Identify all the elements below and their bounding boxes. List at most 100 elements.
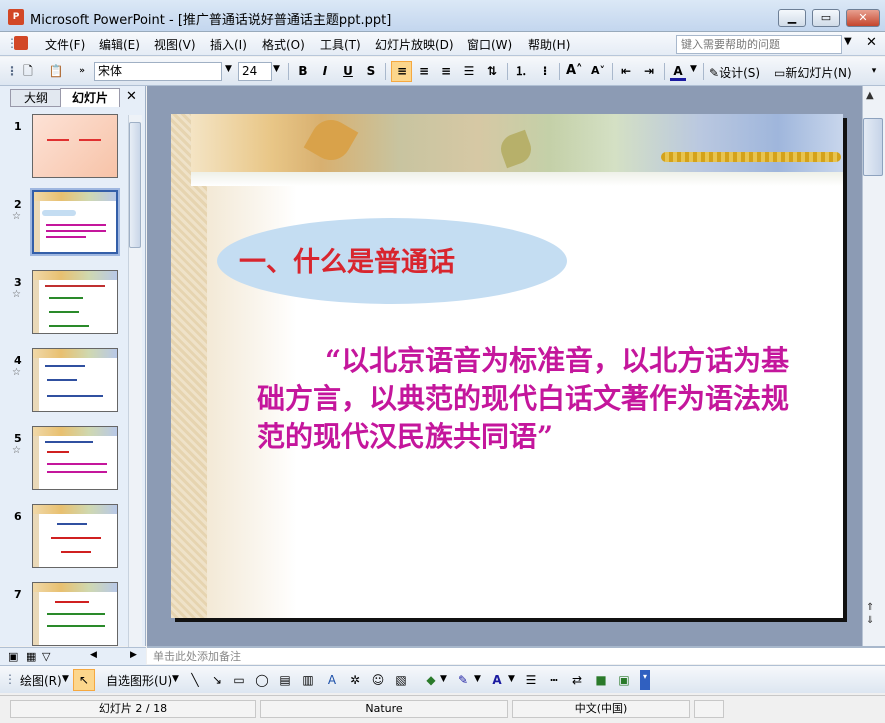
increase-font-icon[interactable]: A˄ [566,63,583,79]
menu-insert[interactable]: 插入(I) [210,36,247,53]
slide-thumbnail-2[interactable] [30,188,120,256]
thumbnail-scroll-thumb[interactable] [129,122,141,248]
menu-edit[interactable]: 编辑(E) [99,36,140,53]
font-color-icon[interactable]: A [670,63,686,81]
thumb-body-line [46,236,86,238]
fill-color-icon[interactable]: ◆ [424,673,438,687]
minimize-button[interactable]: ▁ [778,9,806,27]
align-center-icon[interactable]: ≡ [416,63,432,79]
shadow-style-icon[interactable]: ■ [594,673,608,687]
toolbar-overflow-icon[interactable]: » [74,63,90,79]
font-color-dropdown-icon[interactable]: ▼ [690,64,697,74]
font-size-dropdown-icon[interactable]: ▼ [273,64,280,74]
decrease-font-icon[interactable]: A˅ [590,63,606,79]
pane-close-icon[interactable]: ✕ [126,89,137,104]
font-color-draw-dropdown-icon[interactable]: ▼ [508,674,515,684]
autoshapes-menu[interactable]: 自选图形(U) [106,672,172,689]
close-window-button[interactable]: ✕ [846,9,880,27]
wheat-decoration [661,152,841,162]
diagram-icon[interactable]: ✲ [348,673,362,687]
menu-format[interactable]: 格式(O) [262,36,305,53]
slide-number: 1 [14,120,22,133]
bullets-icon[interactable]: ⁝ [537,63,553,79]
tab-slides[interactable]: 幻灯片 [60,88,120,107]
slide-thumbnail-6[interactable] [32,504,118,568]
line-style-icon[interactable]: ☰ [524,673,538,687]
scroll-left-icon[interactable]: ◀ [90,650,97,660]
normal-view-icon[interactable]: ▣ [8,650,18,663]
drawbar-options-icon[interactable]: ▾ [640,670,650,690]
maximize-button[interactable]: ▭ [812,9,840,27]
paste-icon[interactable]: 📋 [48,63,64,79]
toolbar-options-icon[interactable]: ▾ [866,63,882,79]
textbox-icon[interactable]: ▤ [278,673,292,687]
font-name-combo[interactable]: 宋体 [94,62,222,81]
new-slide-button[interactable]: ▭新幻灯片(N) [774,64,852,81]
thumb-body-line [49,297,83,299]
font-size-combo[interactable]: 24 [238,62,272,81]
dash-style-icon[interactable]: ┅ [547,673,561,687]
slideshow-view-icon[interactable]: ▽ [42,650,50,663]
scroll-right-icon[interactable]: ▶ [130,650,137,660]
menu-view[interactable]: 视图(V) [154,36,196,53]
line-icon[interactable]: ╲ [188,673,202,687]
design-button[interactable]: ✎设计(S) [709,64,760,81]
current-slide[interactable]: 一、什么是普通话 “以北京语音为标准音，以北方话为基础方言，以典范的现代白话文著… [171,112,843,618]
font-name-dropdown-icon[interactable]: ▼ [225,64,232,74]
justify-icon[interactable]: ☰ [461,63,477,79]
slide-body-text[interactable]: “以北京语音为标准音，以北方话为基础方言，以典范的现代白话文著作为语法规范的现代… [257,342,797,456]
menu-help[interactable]: 帮助(H) [528,36,570,53]
draw-dropdown-icon[interactable]: ▼ [62,674,69,684]
clipart-icon[interactable]: ☺ [371,673,385,687]
thumb-side-band [33,271,39,333]
scroll-up-icon[interactable]: ▲ [866,90,874,101]
animation-star-icon: ☆ [12,445,21,456]
3d-style-icon[interactable]: ▣ [617,673,631,687]
slide-thumbnail-3[interactable] [32,270,118,334]
slide-thumbnail-4[interactable] [32,348,118,412]
decrease-indent-icon[interactable]: ⇤ [618,63,634,79]
underline-icon[interactable]: U [340,63,356,79]
document-icon[interactable] [14,36,28,50]
menu-file[interactable]: 文件(F) [45,36,85,53]
powerpoint-app-icon[interactable]: P [8,9,24,25]
thumb-top-band [33,505,117,514]
new-document-icon[interactable]: 🗋 [20,63,36,79]
menu-window[interactable]: 窗口(W) [467,36,512,53]
previous-slide-icon[interactable]: ⇑ [866,602,874,613]
vertical-textbox-icon[interactable]: ▥ [301,673,315,687]
wordart-icon[interactable]: A [325,673,339,687]
arrow-icon[interactable]: ↘ [210,673,224,687]
align-right-icon[interactable]: ≡ [438,63,454,79]
line-color-dropdown-icon[interactable]: ▼ [474,674,481,684]
notes-pane[interactable]: 单击此处添加备注 [147,646,885,664]
italic-icon[interactable]: I [317,63,333,79]
slide-thumbnail-5[interactable] [32,426,118,490]
tab-outline[interactable]: 大纲 [10,89,62,107]
slide-thumbnail-1[interactable] [32,114,118,178]
line-color-icon[interactable]: ✎ [456,673,470,687]
picture-icon[interactable]: ▧ [394,673,408,687]
bold-icon[interactable]: B [295,63,311,79]
close-document-icon[interactable]: ✕ [866,35,877,50]
numbering-icon[interactable]: ⒈ [513,63,529,79]
slide-sorter-icon[interactable]: ▦ [26,650,36,663]
help-search-input[interactable]: 键入需要帮助的问题 [676,35,842,54]
slide-heading[interactable]: 一、什么是普通话 [239,240,455,279]
oval-icon[interactable]: ◯ [255,673,269,687]
fill-color-dropdown-icon[interactable]: ▼ [440,674,447,684]
distribute-icon[interactable]: ⇅ [484,63,500,79]
draw-menu[interactable]: 绘图(R) [20,672,62,689]
menu-tools[interactable]: 工具(T) [320,36,361,53]
next-slide-icon[interactable]: ⇓ [866,615,874,626]
slide-thumbnail-7[interactable] [32,582,118,646]
slide-scroll-thumb[interactable] [863,118,883,176]
help-dropdown-icon[interactable]: ▼ [844,36,852,47]
increase-indent-icon[interactable]: ⇥ [641,63,657,79]
autoshapes-dropdown-icon[interactable]: ▼ [172,674,179,684]
shadow-icon[interactable]: S [363,63,379,79]
rectangle-icon[interactable]: ▭ [232,673,246,687]
font-color-draw-icon[interactable]: A [490,673,504,687]
arrow-style-icon[interactable]: ⇄ [570,673,584,687]
menu-slideshow[interactable]: 幻灯片放映(D) [375,36,454,53]
